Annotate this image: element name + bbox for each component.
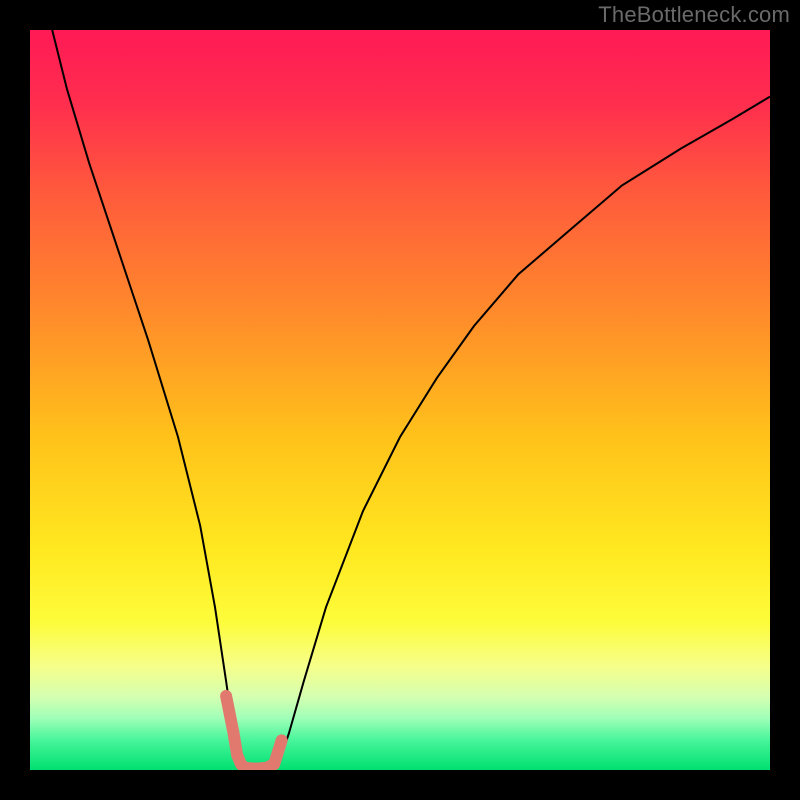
plot-area	[30, 30, 770, 770]
chart-background	[30, 30, 770, 770]
bottleneck-chart-svg	[30, 30, 770, 770]
outer-black-frame: TheBottleneck.com	[0, 0, 800, 800]
watermark-text: TheBottleneck.com	[598, 2, 790, 28]
